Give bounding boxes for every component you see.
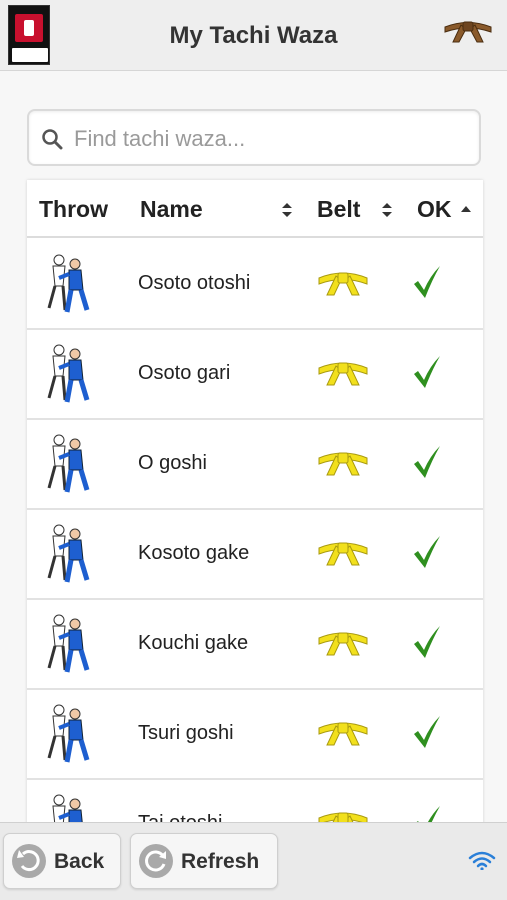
waza-name: Osoto otoshi [138,272,251,294]
sort-both-icon[interactable] [281,202,293,218]
column-belt[interactable]: Belt [317,196,360,223]
throw-illustration-icon [47,614,90,673]
content-area[interactable]: Find tachi waza... Throw Name Belt OK Os… [0,72,507,822]
column-ok[interactable]: OK [417,196,452,223]
yellow-belt-icon [318,452,368,476]
page-title: My Tachi Waza [169,22,338,49]
table-row[interactable]: Osoto otoshi [27,240,483,330]
sort-ascending-icon[interactable] [460,205,472,213]
waza-name: Tai otoshi [138,812,223,822]
check-icon [414,536,440,568]
footer-toolbar: Back Refresh [0,822,507,900]
header-bar: My Tachi Waza [0,0,507,71]
back-label: Back [54,850,105,873]
check-icon [414,266,440,298]
yellow-belt-icon [318,722,368,746]
throw-illustration-icon [47,254,90,313]
column-throw[interactable]: Throw [39,196,108,223]
check-icon [416,806,440,822]
wifi-icon [468,851,496,870]
table-row[interactable]: Tsuri goshi [27,690,483,780]
waza-name: Osoto gari [138,362,231,384]
waza-name: Tsuri goshi [138,722,234,744]
search-input[interactable]: Find tachi waza... [74,126,245,152]
table-row[interactable]: Kosoto gake [27,510,483,600]
throw-illustration-icon [47,704,90,763]
refresh-button[interactable]: Refresh [130,833,278,889]
table-row[interactable]: O goshi [27,420,483,510]
yellow-belt-icon [318,812,368,822]
waza-name: O goshi [138,452,207,474]
yellow-belt-icon [318,362,368,386]
throw-illustration-icon [47,524,90,583]
check-icon [414,626,440,658]
search-field[interactable]: Find tachi waza... [27,109,481,166]
check-icon [414,446,440,478]
back-button[interactable]: Back [3,833,121,889]
waza-table: Throw Name Belt OK Osoto otoshi Osoto gar… [27,180,483,822]
table-row[interactable]: Kouchi gake [27,600,483,690]
table-header: Throw Name Belt OK [27,180,483,238]
waza-name: Kosoto gake [138,542,250,564]
check-icon [414,716,440,748]
sort-both-icon[interactable] [381,202,393,218]
table-row[interactable]: Osoto gari [27,330,483,420]
yellow-belt-icon [318,272,368,296]
throw-illustration-icon [47,344,90,403]
yellow-belt-icon [318,542,368,566]
back-icon [12,844,46,878]
search-icon [42,129,63,150]
check-icon [414,356,440,388]
refresh-icon [139,844,173,878]
table-row[interactable]: Tai otoshi [27,780,483,822]
waza-name: Kouchi gake [138,632,249,654]
refresh-label: Refresh [181,850,260,873]
throw-illustration-icon [47,434,90,493]
throw-illustration-icon [52,794,83,822]
brown-belt-icon[interactable] [443,18,493,44]
column-name[interactable]: Name [140,196,203,223]
yellow-belt-icon [318,632,368,656]
